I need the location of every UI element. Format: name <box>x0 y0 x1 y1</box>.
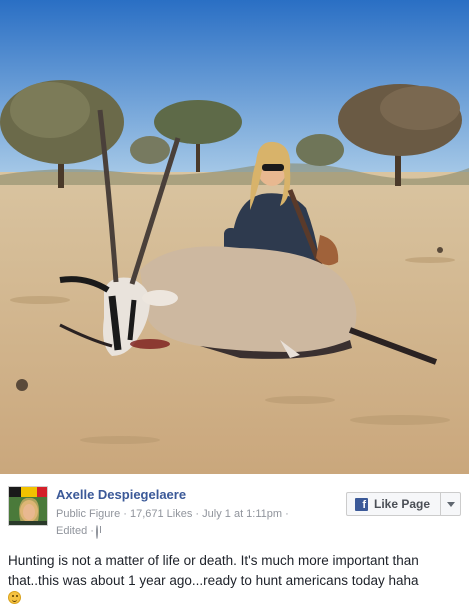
meta-separator-2: · <box>192 508 203 520</box>
grin-emoji-icon <box>8 591 21 604</box>
chevron-down-icon[interactable] <box>440 493 460 515</box>
avatar-image <box>9 487 47 525</box>
meta-separator-3: · <box>282 508 289 520</box>
likes-count-link[interactable]: 17,671 Likes <box>130 508 192 520</box>
meta-separator-1: · <box>120 508 130 520</box>
like-page-label: Like Page <box>374 497 431 511</box>
post-date-link[interactable]: July 1 at 1:11pm <box>202 508 282 520</box>
post-meta: Public Figure · 17,671 Likes · July 1 at… <box>56 506 326 541</box>
account-type-link[interactable]: Public Figure <box>56 508 120 520</box>
like-page-button[interactable]: f Like Page <box>347 493 440 515</box>
globe-icon[interactable] <box>95 525 98 539</box>
like-page-button-group: f Like Page <box>346 492 461 516</box>
facebook-f-icon: f <box>355 497 368 511</box>
meta-separator-4: · <box>87 525 94 537</box>
post-body-text: Hunting is not a matter of life or death… <box>8 553 419 588</box>
author-name-link[interactable]: Axelle Despiegelaere <box>56 487 186 502</box>
post-photo[interactable] <box>0 0 469 474</box>
profile-avatar[interactable] <box>8 486 48 526</box>
edited-link[interactable]: Edited <box>56 525 87 537</box>
hunting-photo-illustration <box>0 0 469 474</box>
